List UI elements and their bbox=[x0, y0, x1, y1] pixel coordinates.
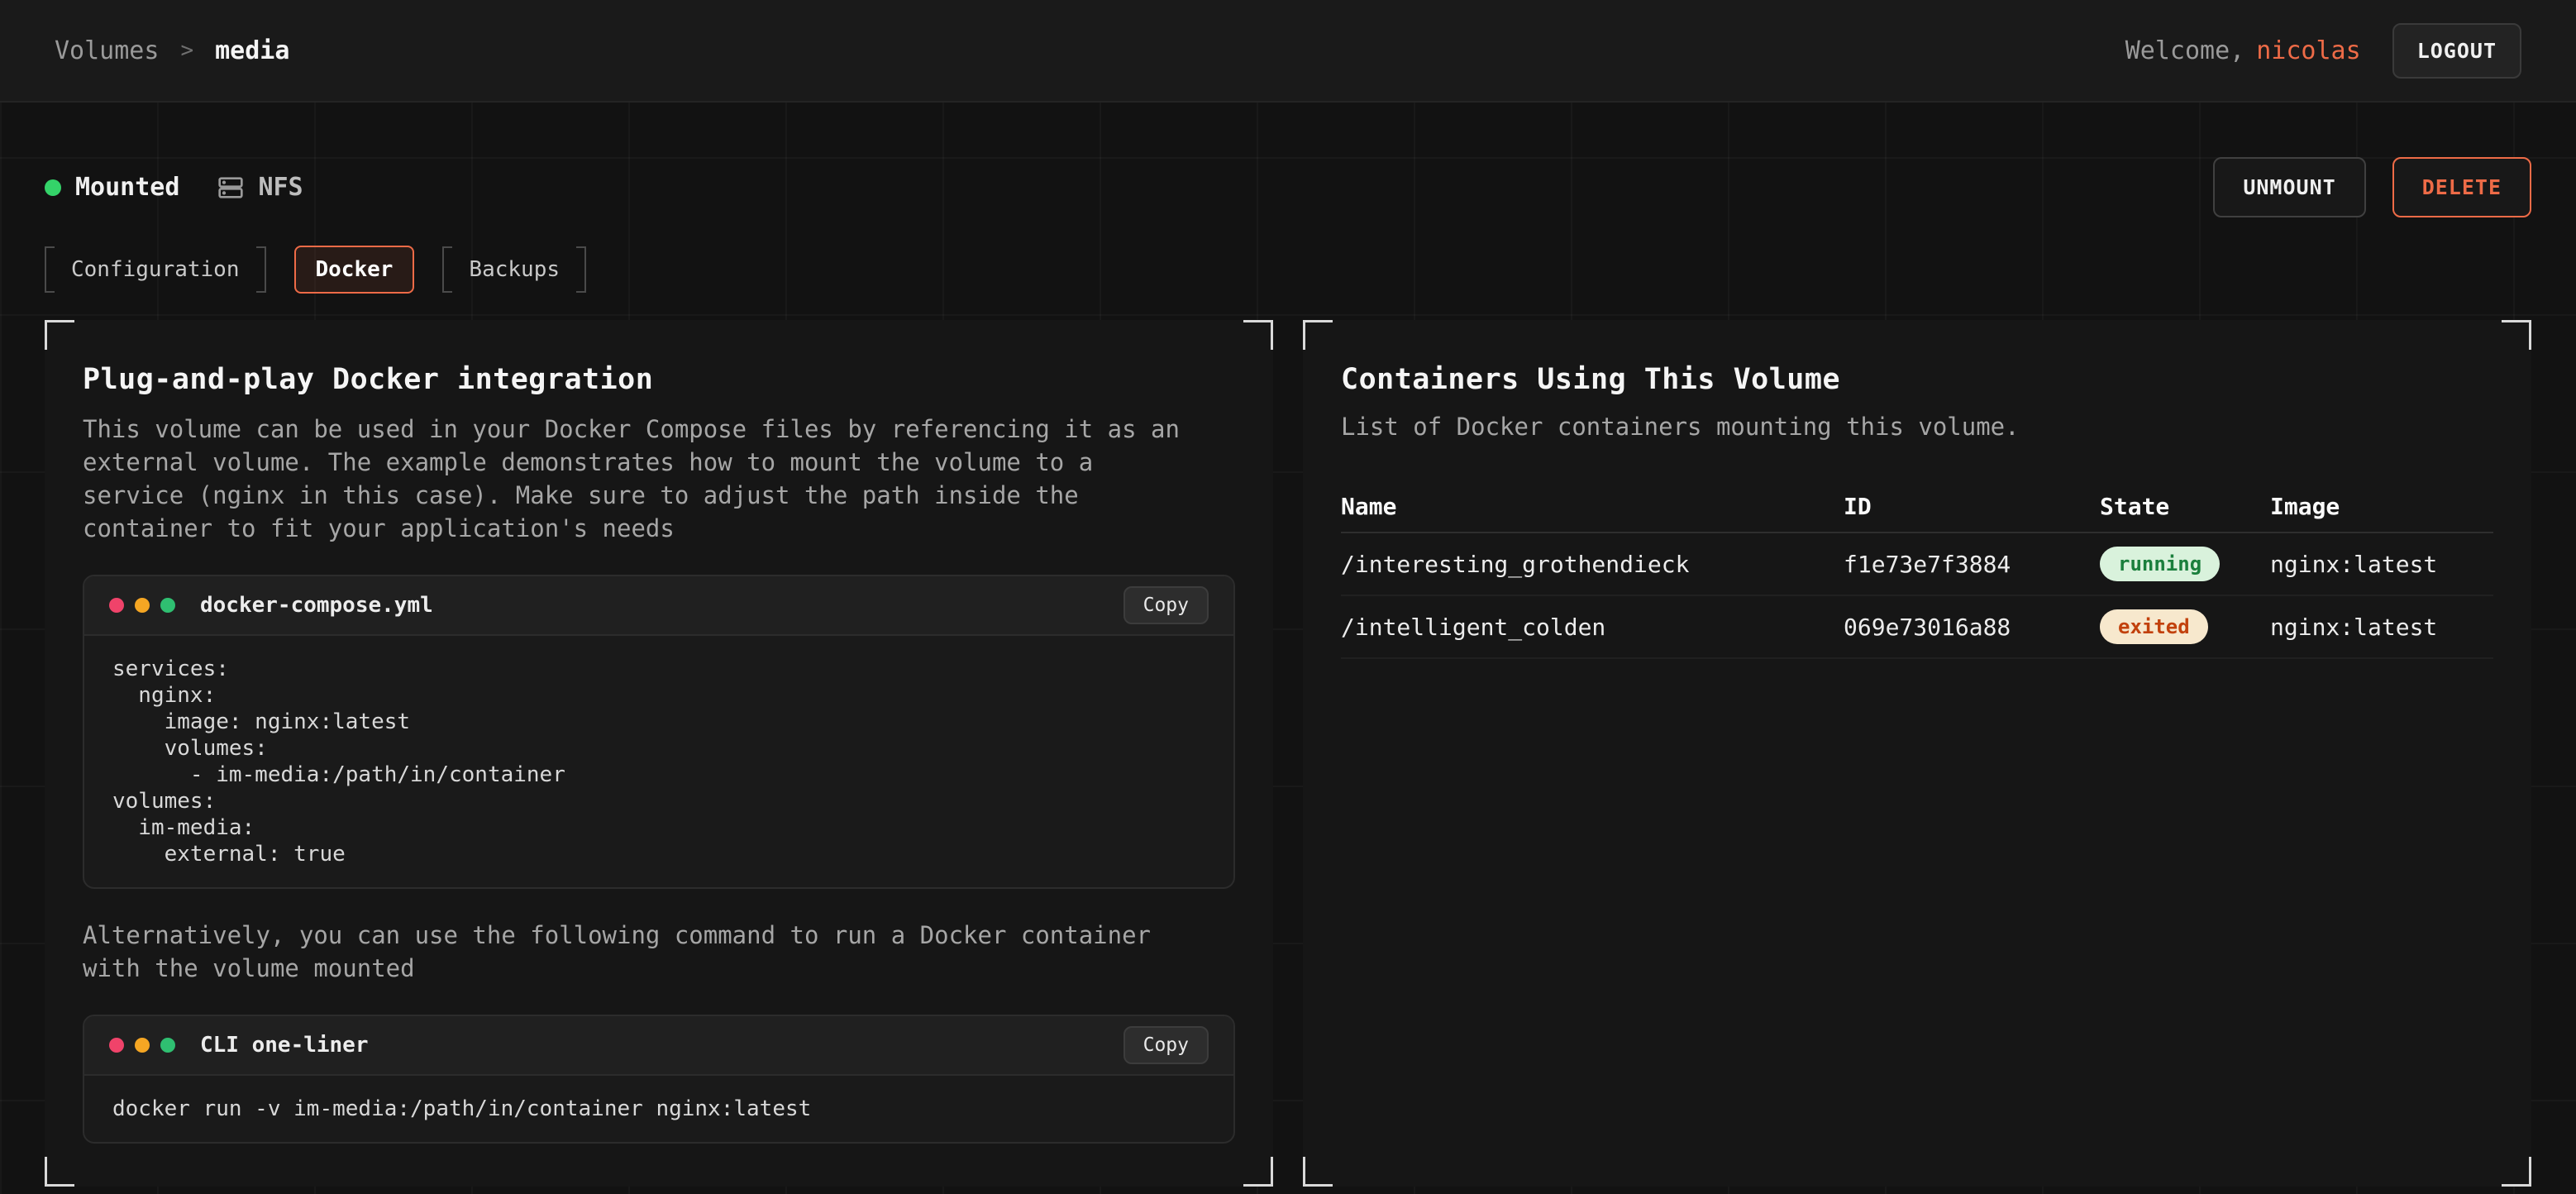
tab-docker[interactable]: Docker bbox=[294, 246, 415, 294]
cli-filename: CLI one-liner bbox=[200, 1033, 1123, 1058]
containers-panel-subtitle: List of Docker containers mounting this … bbox=[1341, 413, 2493, 441]
panels: Plug-and-play Docker integration This vo… bbox=[45, 320, 2531, 1187]
window-dot-yellow-icon bbox=[135, 598, 150, 613]
container-name: /intelligent_colden bbox=[1341, 614, 1844, 641]
window-dot-green-icon bbox=[160, 598, 175, 613]
corner-bracket-icon bbox=[1243, 320, 1273, 350]
cli-intro-text: Alternatively, you can use the following… bbox=[83, 919, 1199, 985]
cli-code-block: CLI one-liner Copy docker run -v im-medi… bbox=[83, 1015, 1235, 1144]
username: nicolas bbox=[2256, 36, 2360, 65]
window-dot-yellow-icon bbox=[135, 1038, 150, 1053]
volume-actions: UNMOUNT DELETE bbox=[2213, 157, 2531, 217]
docker-integration-panel: Plug-and-play Docker integration This vo… bbox=[45, 320, 1273, 1187]
bracket-right-icon bbox=[256, 246, 266, 293]
compose-filename: docker-compose.yml bbox=[200, 593, 1123, 618]
window-dot-green-icon bbox=[160, 1038, 175, 1053]
column-header-state: State bbox=[2100, 493, 2270, 520]
tab-docker-label: Docker bbox=[299, 257, 410, 282]
corner-bracket-icon bbox=[1303, 320, 1333, 350]
corner-bracket-icon bbox=[1303, 1157, 1333, 1187]
containers-panel: Containers Using This Volume List of Doc… bbox=[1303, 320, 2531, 1187]
column-header-name: Name bbox=[1341, 493, 1844, 520]
delete-button[interactable]: DELETE bbox=[2392, 157, 2531, 217]
compose-code-block: docker-compose.yml Copy services: nginx:… bbox=[83, 575, 1235, 889]
tab-configuration[interactable]: Configuration bbox=[45, 246, 266, 294]
mounted-status: Mounted bbox=[45, 173, 179, 202]
window-dots-icon bbox=[109, 598, 175, 613]
header-right: Welcome, nicolas LOGOUT bbox=[2125, 23, 2521, 79]
table-row: /intelligent_colden 069e73016a88 exited … bbox=[1341, 596, 2493, 659]
volume-status: Mounted NFS bbox=[45, 173, 303, 202]
tab-bar: Configuration Docker Backups bbox=[45, 246, 2531, 294]
main-content: Mounted NFS UNMOUNT DELETE Configuration bbox=[0, 103, 2576, 1187]
breadcrumb-volumes-link[interactable]: Volumes bbox=[55, 36, 159, 65]
column-header-id: ID bbox=[1844, 493, 2100, 520]
corner-bracket-icon bbox=[2502, 1157, 2531, 1187]
logout-button[interactable]: LOGOUT bbox=[2392, 23, 2521, 79]
container-id: 069e73016a88 bbox=[1844, 614, 2100, 641]
corner-bracket-icon bbox=[45, 320, 74, 350]
state-badge: running bbox=[2100, 547, 2220, 581]
container-state-cell: running bbox=[2100, 547, 2270, 581]
nfs-server-icon bbox=[217, 174, 244, 201]
status-row: Mounted NFS UNMOUNT DELETE bbox=[45, 157, 2531, 217]
container-image: nginx:latest bbox=[2270, 551, 2493, 578]
window-dots-icon bbox=[109, 1038, 175, 1053]
corner-bracket-icon bbox=[1243, 1157, 1273, 1187]
table-header-row: Name ID State Image bbox=[1341, 480, 2493, 533]
corner-bracket-icon bbox=[2502, 320, 2531, 350]
state-badge: exited bbox=[2100, 609, 2208, 644]
cli-code: docker run -v im-media:/path/in/containe… bbox=[84, 1076, 1233, 1142]
mounted-status-label: Mounted bbox=[75, 173, 179, 202]
bracket-right-icon bbox=[576, 246, 586, 293]
bracket-left-icon bbox=[442, 246, 452, 293]
cli-code-header: CLI one-liner Copy bbox=[84, 1016, 1233, 1076]
tab-backups[interactable]: Backups bbox=[442, 246, 586, 294]
compose-code-header: docker-compose.yml Copy bbox=[84, 576, 1233, 636]
breadcrumb-separator-icon: > bbox=[180, 38, 193, 63]
copy-cli-button[interactable]: Copy bbox=[1123, 1026, 1209, 1064]
bracket-left-icon bbox=[45, 246, 55, 293]
container-image: nginx:latest bbox=[2270, 614, 2493, 641]
containers-table: Name ID State Image /interesting_grothen… bbox=[1341, 480, 2493, 659]
container-id: f1e73e7f3884 bbox=[1844, 551, 2100, 578]
compose-code: services: nginx: image: nginx:latest vol… bbox=[84, 636, 1233, 887]
breadcrumb-current-page: media bbox=[215, 36, 289, 65]
header: Volumes > media Welcome, nicolas LOGOUT bbox=[0, 0, 2576, 103]
tab-backups-label: Backups bbox=[452, 257, 576, 282]
column-header-image: Image bbox=[2270, 493, 2493, 520]
unmount-button[interactable]: UNMOUNT bbox=[2213, 157, 2365, 217]
window-dot-red-icon bbox=[109, 1038, 124, 1053]
docker-panel-title: Plug-and-play Docker integration bbox=[83, 363, 1235, 396]
welcome-message: Welcome, nicolas bbox=[2125, 36, 2361, 65]
nfs-status: NFS bbox=[217, 173, 303, 202]
welcome-prefix: Welcome, bbox=[2125, 36, 2245, 65]
breadcrumb: Volumes > media bbox=[55, 36, 289, 65]
mounted-status-dot-icon bbox=[45, 179, 61, 196]
tab-configuration-label: Configuration bbox=[55, 257, 256, 282]
window-dot-red-icon bbox=[109, 598, 124, 613]
copy-compose-button[interactable]: Copy bbox=[1123, 586, 1209, 624]
container-state-cell: exited bbox=[2100, 609, 2270, 644]
nfs-label: NFS bbox=[258, 173, 303, 202]
corner-bracket-icon bbox=[45, 1157, 74, 1187]
docker-panel-description: This volume can be used in your Docker C… bbox=[83, 413, 1199, 545]
table-row: /interesting_grothendieck f1e73e7f3884 r… bbox=[1341, 533, 2493, 596]
containers-panel-title: Containers Using This Volume bbox=[1341, 363, 2493, 396]
container-name: /interesting_grothendieck bbox=[1341, 551, 1844, 578]
